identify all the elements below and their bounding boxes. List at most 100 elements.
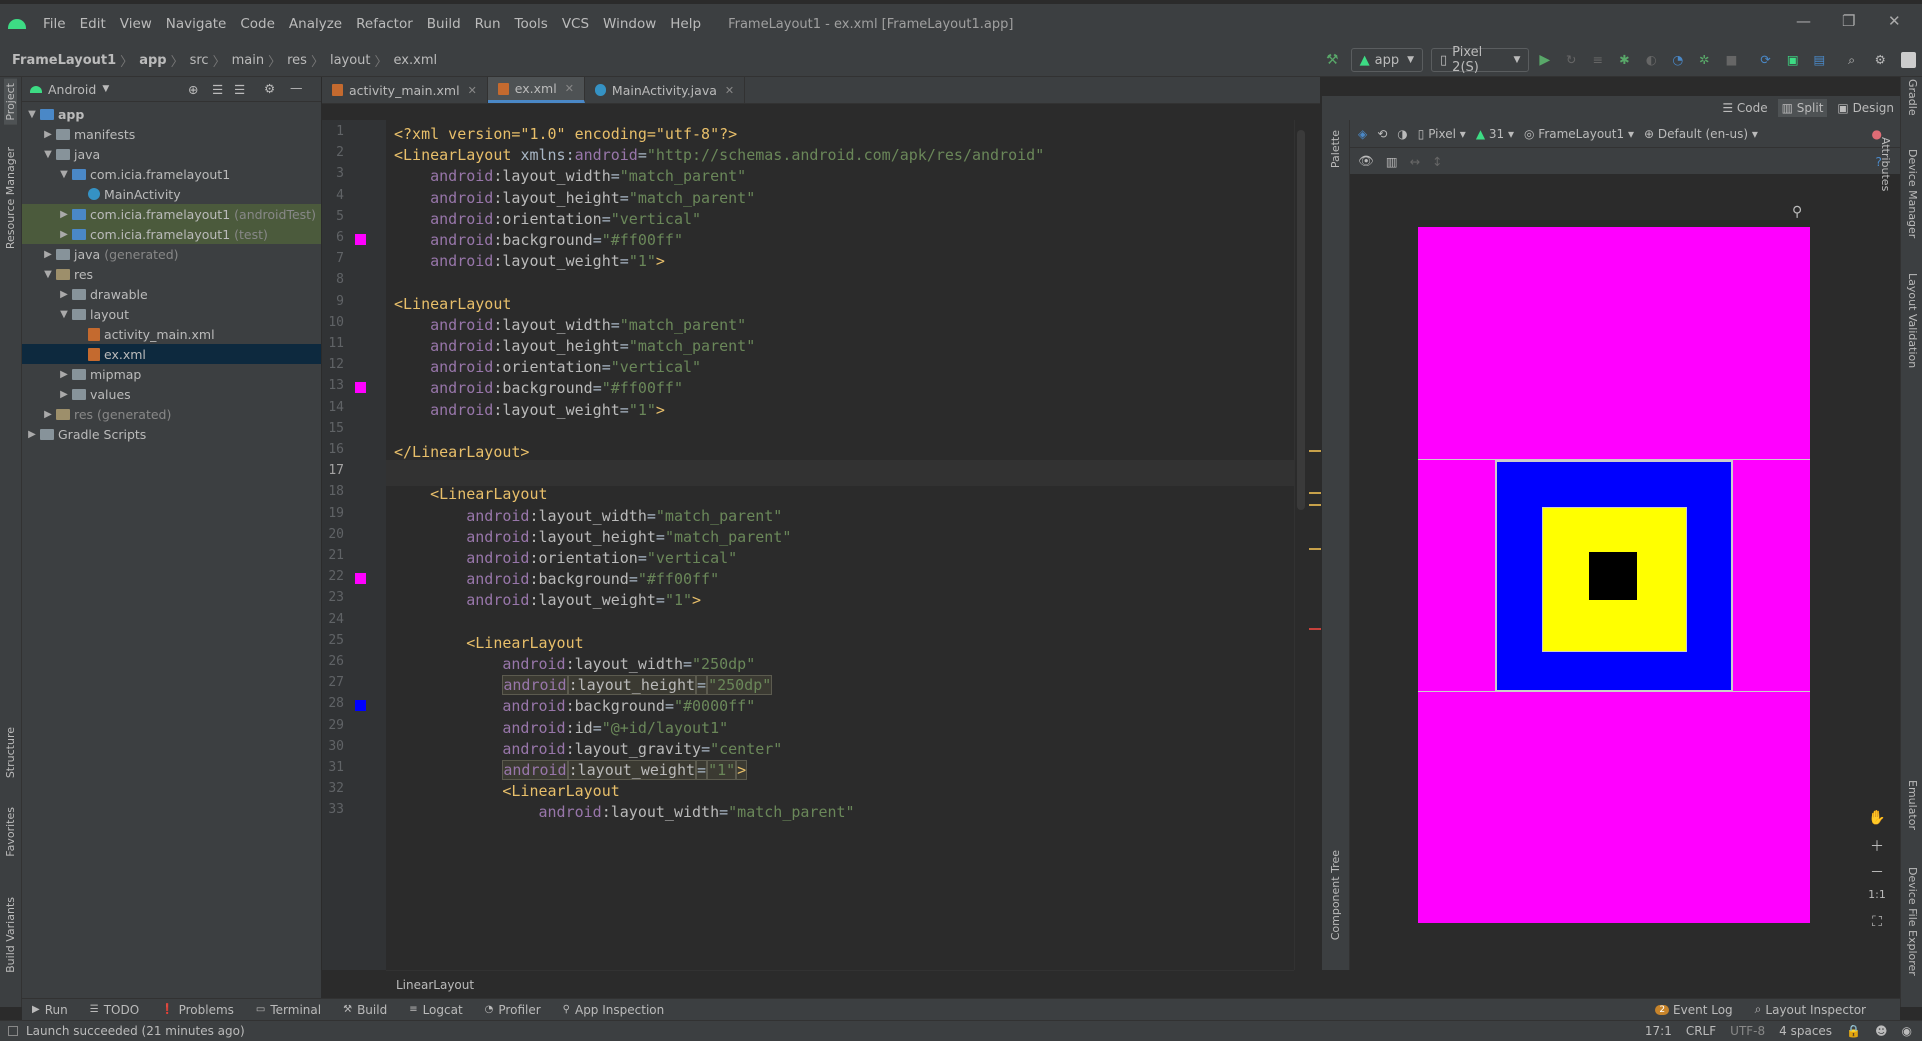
- close-button[interactable]: ✕: [1888, 12, 1901, 30]
- gradle-tool-tab[interactable]: Gradle: [1906, 79, 1919, 116]
- menu-window[interactable]: Window: [596, 16, 663, 32]
- tree-item[interactable]: ▶ manifests: [22, 124, 321, 144]
- pan-vertical-icon[interactable]: ↕: [1432, 154, 1442, 169]
- memory-indicator-icon[interactable]: ◉: [1902, 1024, 1912, 1038]
- device-file-explorer-tool-tab[interactable]: Device File Explorer: [1906, 867, 1919, 976]
- menu-view[interactable]: View: [113, 16, 159, 32]
- editor-scrollbar[interactable]: [1294, 120, 1322, 970]
- run-icon[interactable]: ▶: [1539, 52, 1554, 68]
- editor-tab[interactable]: ex.xml ✕: [487, 77, 585, 103]
- menu-edit[interactable]: Edit: [73, 16, 113, 32]
- tree-item[interactable]: ▼ app: [22, 104, 321, 124]
- avatar[interactable]: [1901, 52, 1916, 68]
- tool-tab-run[interactable]: ▶ Run: [32, 1003, 68, 1017]
- chevron-down-icon[interactable]: ▼: [42, 269, 54, 280]
- breadcrumb-item[interactable]: FrameLayout1: [12, 53, 116, 68]
- indent-setting[interactable]: 4 spaces: [1779, 1024, 1832, 1038]
- search-icon[interactable]: ⌕: [1848, 52, 1863, 68]
- tool-tab-build[interactable]: ⚒ Build: [343, 1003, 387, 1017]
- chevron-right-icon[interactable]: ▶: [42, 249, 54, 260]
- profile-icon[interactable]: ◔: [1672, 52, 1687, 68]
- rerun-icon[interactable]: ↻: [1566, 52, 1581, 68]
- favorites-tool-tab[interactable]: Favorites: [4, 807, 17, 857]
- layers-icon[interactable]: ◈: [1358, 127, 1367, 141]
- zoom-in-button[interactable]: ＋: [1864, 836, 1890, 862]
- component-tree-tab[interactable]: Component Tree: [1329, 850, 1342, 940]
- blueprint-icon[interactable]: ▥: [1386, 154, 1398, 169]
- tree-item[interactable]: ▶ drawable: [22, 284, 321, 304]
- build-variants-tool-tab[interactable]: Build Variants: [4, 897, 17, 973]
- tree-item[interactable]: ▶ Gradle Scripts: [22, 424, 321, 444]
- chevron-right-icon[interactable]: ▶: [58, 289, 70, 300]
- chevron-right-icon[interactable]: ▶: [58, 389, 70, 400]
- attach-debugger-icon[interactable]: ✲: [1699, 52, 1714, 68]
- restore-button[interactable]: ❐: [1842, 12, 1855, 30]
- color-swatch-icon[interactable]: [355, 700, 366, 712]
- line-separator[interactable]: CRLF: [1686, 1024, 1716, 1038]
- minimize-button[interactable]: —: [1796, 12, 1811, 30]
- chevron-down-icon[interactable]: ▼: [58, 169, 70, 180]
- breadcrumb-item[interactable]: layout: [330, 53, 371, 68]
- tool-tab-todo[interactable]: ☰ TODO: [90, 1003, 139, 1017]
- device-select-design[interactable]: ▯ Pixel ▾: [1418, 127, 1466, 141]
- tree-item[interactable]: ▼ layout: [22, 304, 321, 324]
- menu-file[interactable]: File: [36, 16, 73, 32]
- menu-run[interactable]: Run: [468, 16, 508, 32]
- project-view-select[interactable]: Android: [48, 82, 96, 97]
- menu-build[interactable]: Build: [420, 16, 468, 32]
- apply-changes-icon[interactable]: ≡: [1593, 52, 1608, 68]
- coverage-icon[interactable]: ◐: [1646, 52, 1661, 68]
- xml-tag-breadcrumb[interactable]: LinearLayout: [396, 978, 474, 992]
- tool-tab-profiler[interactable]: ◔ Profiler: [485, 1003, 541, 1017]
- split-mode-button[interactable]: ▥ Split: [1777, 99, 1828, 117]
- tree-item[interactable]: ▼ java: [22, 144, 321, 164]
- file-encoding[interactable]: UTF-8: [1730, 1024, 1765, 1038]
- menu-code[interactable]: Code: [233, 16, 282, 32]
- editor-tab[interactable]: MainActivity.java ✕: [585, 77, 746, 103]
- orientation-icon[interactable]: ⟲: [1377, 127, 1387, 141]
- tree-item[interactable]: ▶ values: [22, 384, 321, 404]
- theme-select[interactable]: ◎ FrameLayout1 ▾: [1524, 127, 1634, 141]
- locate-icon[interactable]: ⊕: [188, 82, 198, 97]
- sdk-manager-icon[interactable]: ▤: [1813, 52, 1828, 68]
- close-icon[interactable]: ✕: [565, 82, 574, 95]
- eye-icon[interactable]: 👁: [1358, 153, 1374, 169]
- avd-manager-icon[interactable]: ▣: [1787, 52, 1802, 68]
- api-select[interactable]: ▲ 31 ▾: [1476, 127, 1514, 141]
- breadcrumb-item[interactable]: main: [232, 53, 264, 68]
- tree-item[interactable]: ▶ com.icia.framelayout1 (androidTest): [22, 204, 321, 224]
- zoom-fit-button[interactable]: ⛶: [1864, 914, 1890, 940]
- tree-item[interactable]: ▼ com.icia.framelayout1: [22, 164, 321, 184]
- design-mode-button[interactable]: ▣ Design: [1837, 101, 1894, 115]
- layout-inspector-tab[interactable]: ⌕ Layout Inspector: [1755, 1002, 1866, 1017]
- caret-position[interactable]: 17:1: [1645, 1024, 1672, 1038]
- expand-all-icon[interactable]: ☰: [212, 82, 223, 97]
- tree-item[interactable]: ▼ res: [22, 264, 321, 284]
- chevron-right-icon[interactable]: ▶: [26, 429, 38, 440]
- tree-item[interactable]: ▶ mipmap: [22, 364, 321, 384]
- night-mode-icon[interactable]: ◑: [1397, 127, 1407, 141]
- project-tool-tab[interactable]: Project: [4, 79, 17, 125]
- settings-icon[interactable]: ⚙: [1875, 52, 1890, 68]
- chevron-right-icon[interactable]: ▶: [58, 229, 70, 240]
- palette-tab[interactable]: Palette: [1329, 130, 1342, 168]
- chevron-right-icon[interactable]: ▶: [58, 209, 70, 220]
- breadcrumb-item[interactable]: app: [139, 53, 166, 68]
- sync-icon[interactable]: ⟳: [1760, 52, 1775, 68]
- structure-tool-tab[interactable]: Structure: [4, 727, 17, 778]
- menu-vcs[interactable]: VCS: [555, 16, 596, 32]
- menu-navigate[interactable]: Navigate: [159, 16, 234, 32]
- code-mode-button[interactable]: ☰ Code: [1722, 101, 1767, 115]
- color-swatch-icon[interactable]: [355, 382, 366, 394]
- color-swatch-icon[interactable]: [355, 573, 366, 585]
- pin-icon[interactable]: ⚲: [1792, 204, 1802, 220]
- tool-tab-logcat[interactable]: ≡ Logcat: [409, 1003, 462, 1017]
- close-icon[interactable]: ✕: [468, 84, 477, 97]
- breadcrumb-item[interactable]: res: [287, 53, 307, 68]
- zoom-actual-button[interactable]: 1:1: [1864, 888, 1890, 914]
- code-editor[interactable]: <?xml version="1.0" encoding="utf-8"?> <L…: [386, 120, 1294, 970]
- device-manager-tool-tab[interactable]: Device Manager: [1906, 149, 1919, 238]
- collapse-all-icon[interactable]: ☰: [234, 82, 245, 97]
- menu-analyze[interactable]: Analyze: [282, 16, 349, 32]
- chevron-right-icon[interactable]: ▶: [42, 129, 54, 140]
